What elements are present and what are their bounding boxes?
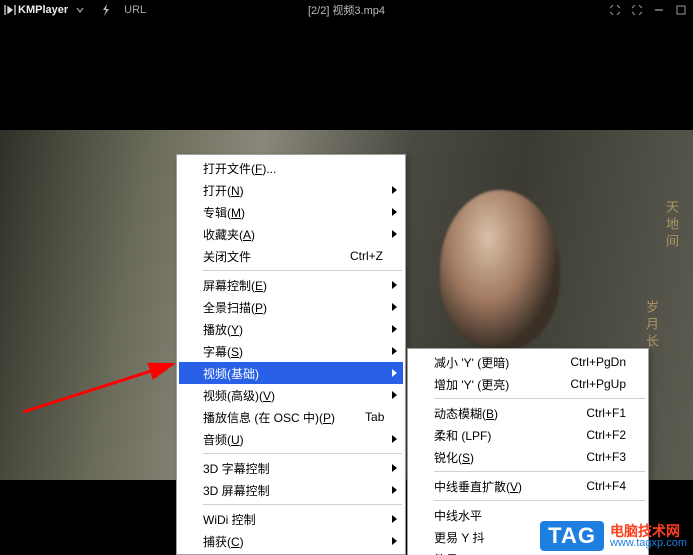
expand-icon[interactable] xyxy=(631,4,643,16)
main-menu-item-1[interactable]: 打开(N) xyxy=(179,179,403,201)
menu-item-shortcut: Ctrl+Z xyxy=(320,249,383,263)
titlebar-right xyxy=(609,4,693,16)
titlebar: KMPlayer URL [2/2] 视频3.mp4 xyxy=(0,0,693,20)
menu-item-shortcut: Ctrl+F3 xyxy=(556,450,626,464)
menu-item-label: 3D 屏幕控制 xyxy=(203,482,270,499)
main-menu-item-0[interactable]: 打开文件(F)... xyxy=(179,157,403,179)
main-menu-item-3[interactable]: 收藏夹(A) xyxy=(179,223,403,245)
submenu-arrow-icon xyxy=(392,186,397,194)
menu-separator xyxy=(203,504,402,505)
menu-item-shortcut: Ctrl+PgDn xyxy=(540,355,626,369)
menu-separator xyxy=(434,471,645,472)
video-stage[interactable]: 天地间 岁月长 打开文件(F)... 打开(N) 专辑(M) 收藏夹(A) 关闭文件 Ct… xyxy=(0,20,693,555)
menu-item-label: 字幕(S) xyxy=(203,343,243,360)
main-menu-item-8[interactable]: 播放(Y) xyxy=(179,318,403,340)
menu-separator xyxy=(203,270,402,271)
main-menu-item-4[interactable]: 关闭文件 Ctrl+Z xyxy=(179,245,403,267)
submenu-arrow-icon xyxy=(392,230,397,238)
menu-item-shortcut: Tab xyxy=(335,410,384,424)
shrink-icon[interactable] xyxy=(609,4,621,16)
main-menu-item-15[interactable]: 3D 字幕控制 xyxy=(179,457,403,479)
bolt-icon[interactable] xyxy=(100,4,112,16)
menu-item-label: WiDi 控制 xyxy=(203,511,256,528)
video-basic-menu-item-1[interactable]: 增加 'Y' (更亮) Ctrl+PgUp xyxy=(410,373,646,395)
video-overlay-text: 天地间 xyxy=(662,200,681,251)
titlebar-left: KMPlayer URL xyxy=(0,4,146,16)
watermark-line2: www.tagxp.com xyxy=(610,538,687,549)
chevron-down-icon[interactable] xyxy=(74,4,86,16)
submenu-arrow-icon xyxy=(392,486,397,494)
submenu-arrow-icon xyxy=(392,435,397,443)
menu-item-label: 屏幕控制(E) xyxy=(203,277,267,294)
menu-item-label: 打开(N) xyxy=(203,182,244,199)
menu-separator xyxy=(434,500,645,501)
submenu-arrow-icon xyxy=(392,303,397,311)
menu-item-label: 3D 字幕控制 xyxy=(203,460,270,477)
menu-item-label: 收藏夹(A) xyxy=(203,226,255,243)
menu-item-label: 锐化(S) xyxy=(434,449,474,466)
app-logo[interactable]: KMPlayer xyxy=(4,4,68,16)
menu-item-label: 中线垂直扩散(V) xyxy=(434,478,522,495)
main-menu-item-19[interactable]: 捕获(C) xyxy=(179,530,403,552)
menu-item-label: 播放信息 (在 OSC 中)(P) xyxy=(203,409,335,426)
main-menu-item-13[interactable]: 音频(U) xyxy=(179,428,403,450)
watermark: TAG 电脑技术网 www.tagxp.com xyxy=(540,521,687,551)
menu-item-label: 视频(高级)(V) xyxy=(203,387,275,404)
menu-item-label: 视频(基础) xyxy=(203,365,259,382)
menu-item-shortcut: Ctrl+F2 xyxy=(556,428,626,442)
menu-item-label: 关闭文件 xyxy=(203,248,251,265)
menu-item-label: 音频(U) xyxy=(203,431,244,448)
menu-item-label: 全景扫描(P) xyxy=(203,299,267,316)
menu-item-label: 打开文件(F)... xyxy=(203,160,276,177)
submenu-arrow-icon xyxy=(392,537,397,545)
menu-item-label: 增加 'Y' (更亮) xyxy=(434,376,509,393)
video-basic-menu-item-5[interactable]: 锐化(S) Ctrl+F3 xyxy=(410,446,646,468)
main-menu-item-11[interactable]: 视频(高级)(V) xyxy=(179,384,403,406)
submenu-arrow-icon xyxy=(392,391,397,399)
menu-separator xyxy=(434,398,645,399)
submenu-arrow-icon xyxy=(392,515,397,523)
submenu-arrow-icon xyxy=(392,281,397,289)
minimize-icon[interactable] xyxy=(653,4,665,16)
watermark-tag: TAG xyxy=(540,521,604,551)
main-menu-item-10[interactable]: 视频(基础) xyxy=(179,362,403,384)
video-basic-menu-item-0[interactable]: 减小 'Y' (更暗) Ctrl+PgDn xyxy=(410,351,646,373)
menu-item-shortcut: Ctrl+F1 xyxy=(556,406,626,420)
submenu-arrow-icon xyxy=(392,208,397,216)
video-basic-menu-item-4[interactable]: 柔和 (LPF) Ctrl+F2 xyxy=(410,424,646,446)
submenu-arrow-icon xyxy=(392,347,397,355)
watermark-line1: 电脑技术网 xyxy=(610,524,687,538)
menu-item-shortcut: Ctrl+F4 xyxy=(556,479,626,493)
main-menu-item-12[interactable]: 播放信息 (在 OSC 中)(P)Tab xyxy=(179,406,403,428)
video-basic-menu-item-3[interactable]: 动态模糊(B) Ctrl+F1 xyxy=(410,402,646,424)
main-menu-item-6[interactable]: 屏幕控制(E) xyxy=(179,274,403,296)
main-menu-item-2[interactable]: 专辑(M) xyxy=(179,201,403,223)
submenu-arrow-icon xyxy=(392,464,397,472)
video-basic-menu-item-7[interactable]: 中线垂直扩散(V) Ctrl+F4 xyxy=(410,475,646,497)
app-name: KMPlayer xyxy=(18,4,68,16)
main-menu-item-16[interactable]: 3D 屏幕控制 xyxy=(179,479,403,501)
menu-item-label: 柔和 (LPF) xyxy=(434,427,491,444)
submenu-arrow-icon xyxy=(392,369,397,377)
menu-item-label: 捕获(C) xyxy=(203,533,244,550)
menu-separator xyxy=(203,453,402,454)
menu-item-label: 更易 Y 抖 xyxy=(434,529,484,546)
menu-item-label: 播放(Y) xyxy=(203,321,243,338)
menu-item-label: 动态模糊(B) xyxy=(434,405,498,422)
logo-icon xyxy=(4,4,16,16)
menu-item-label: 减小 'Y' (更暗) xyxy=(434,354,509,371)
main-menu-item-9[interactable]: 字幕(S) xyxy=(179,340,403,362)
video-overlay-text: 岁月长 xyxy=(642,300,661,351)
context-menu-main: 打开文件(F)... 打开(N) 专辑(M) 收藏夹(A) 关闭文件 Ctrl+Z 屏幕控制… xyxy=(176,154,406,555)
maximize-icon[interactable] xyxy=(675,4,687,16)
main-menu-item-18[interactable]: WiDi 控制 xyxy=(179,508,403,530)
submenu-arrow-icon xyxy=(392,325,397,333)
menu-item-label: 专辑(M) xyxy=(203,204,245,221)
menu-item-label: 中线水平 xyxy=(434,507,482,524)
menu-item-label: 简易 UV xyxy=(434,551,478,555)
main-menu-item-7[interactable]: 全景扫描(P) xyxy=(179,296,403,318)
url-label[interactable]: URL xyxy=(124,4,146,16)
window-title: [2/2] 视频3.mp4 xyxy=(308,2,385,18)
menu-item-shortcut: Ctrl+PgUp xyxy=(540,377,626,391)
